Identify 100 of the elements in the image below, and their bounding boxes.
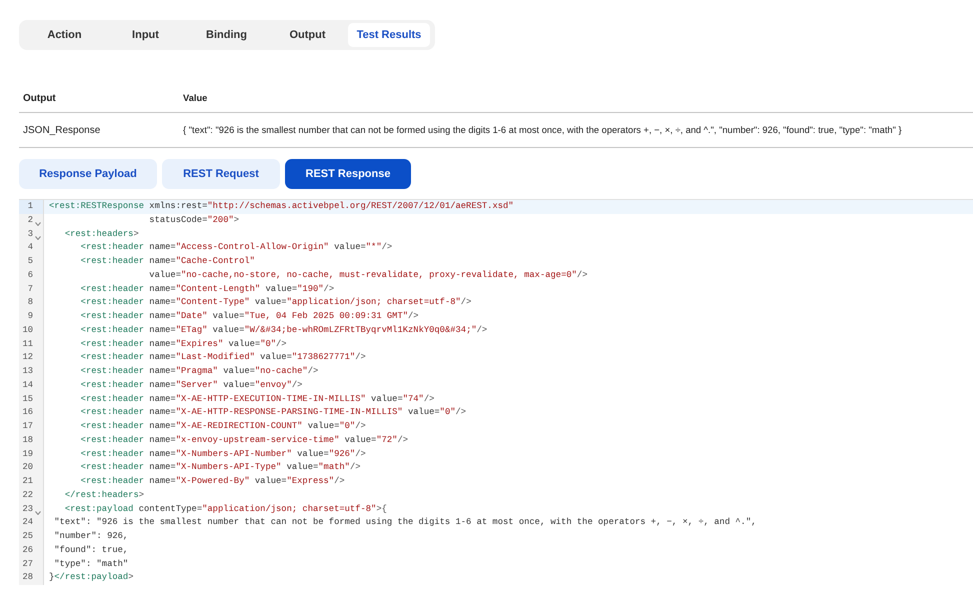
line-number: 2 [28,214,33,227]
code-string: "Express" [286,476,334,486]
code-attribute: name= [148,242,176,252]
tab[interactable]: Input [105,23,186,47]
code-attribute: name= [148,256,176,266]
code-attribute: value= [306,421,340,431]
code-string: "Date" [176,311,208,321]
line-number: 4 [28,241,33,254]
code-string: "math" [318,462,350,472]
code-tag: <rest:header [49,448,144,458]
code-tag: <rest:header [49,407,144,418]
code-string: "Last-Modified" [176,352,255,362]
code-string: "190" [297,284,324,294]
code-string: "X-Numbers-API-Type" [176,462,282,472]
tab[interactable]: Test Results [348,23,430,47]
code-attribute: name= [148,421,176,431]
code-string: "0" [260,338,276,348]
code-string: "926" [328,448,356,458]
code-punctuation: /> [456,407,466,418]
code-string: "1738627771" [292,352,356,362]
code-attribute: value= [296,448,329,458]
table-cell-text: { "text": "926 is the smallest number that can not be formed using the digits 1-6 at most once, with the operators +, −, ×, ÷, and ^.", "number": 926, "found": true, "type": "math" } [183,125,903,135]
code-text: "type": "math" [53,558,128,568]
code-attribute: name= [148,297,176,308]
column-header: Output [22,92,57,104]
line-number: 9 [28,310,33,323]
view-button[interactable]: Response Payload [19,159,157,189]
code-attribute: value= [259,352,292,362]
line-number: 19 [22,448,33,460]
fold-icon[interactable] [35,222,41,226]
code-attribute: name= [148,407,176,418]
code-string: "Expires" [176,338,224,348]
code-string: "74" [402,394,424,404]
code-string: "*" [366,242,382,252]
code-punctuation: >{ [376,504,387,514]
code-attribute: statusCode= [148,214,208,225]
code-tag: <rest:headers [49,228,134,238]
code-attribute: value= [228,338,260,348]
fold-icon[interactable] [35,510,41,514]
line-number: 28 [22,571,33,584]
code-tag: <rest:header [49,242,144,252]
code-attribute: value= [333,242,366,252]
tab[interactable]: Output [267,23,348,47]
code-punctuation: /> [355,352,366,362]
code-string: "200" [207,214,234,225]
code-string: "application/json; charset=utf-8" [202,504,376,514]
code-tag: <rest:header [49,352,144,362]
code-attribute: value= [344,434,376,445]
code-string: "Content-Length" [176,284,260,294]
code-string: "Tue, 04 Feb 2025 00:09:31 GMT" [244,311,408,321]
code-punctuation: /> [334,476,345,486]
code-text: "found": true, [53,544,128,555]
code-attribute: name= [148,476,176,486]
code-attribute: value= [212,324,244,335]
code-string: "Server" [176,380,218,390]
line-number: 10 [22,324,33,337]
code-attribute: value= [264,284,298,294]
code-attribute: value= [148,270,181,280]
code-attribute: name= [148,448,176,458]
line-number: 12 [22,351,33,364]
view-button[interactable]: REST Request [162,159,280,189]
line-number: 23 [22,502,33,516]
line-number: 14 [22,378,33,392]
code-string: "Pragma" [176,366,218,376]
line-number: 27 [22,558,33,570]
line-number: 15 [22,392,33,406]
code-punctuation: /> [324,284,334,294]
code-attribute: value= [286,462,318,472]
code-attribute: value= [254,297,287,308]
line-number: 16 [22,406,33,420]
code-tag: <rest:header [49,462,144,472]
line-number: 7 [28,282,33,296]
code-string: "X-Powered-By" [176,476,250,486]
table-cell-text: JSON_Response [22,124,102,136]
code-string: "x-envoy-upstream-service-time" [176,434,340,445]
code-text: } [49,572,54,582]
code-attribute: name= [148,338,176,348]
line-number: 13 [22,365,33,378]
code-punctuation: /> [476,324,488,335]
code-tag: <rest:header [49,284,144,294]
tab[interactable]: Binding [186,23,267,47]
code-attribute: xmlns:rest= [148,201,208,211]
fold-icon[interactable] [35,236,41,240]
code-string: "Cache-Control" [176,256,255,266]
code-punctuation: > [133,228,139,238]
code-tag: <rest:header [49,380,144,390]
tab[interactable]: Action [24,23,105,47]
view-button[interactable]: REST Response [285,159,411,189]
code-tag: <rest:payload [49,504,134,514]
code-attribute: name= [148,434,176,445]
code-attribute: value= [370,394,403,404]
code-tag: <rest:header [49,366,144,376]
line-number: 22 [22,488,33,502]
code-tag: </rest:headers [49,490,139,500]
code-string: "W/&#34;be-whROmLZFRtTByqrvMl1KzNkY0q0&#34;" [244,324,477,335]
line-number: 17 [22,420,33,433]
code-string: "no-cache,no-store, no-cache, must-revalidate, proxy-revalidate, max-age=0" [180,270,577,280]
code-string: "Content-Type" [176,297,250,308]
code-punctuation: > [128,572,134,582]
code-punctuation: /> [355,421,366,431]
